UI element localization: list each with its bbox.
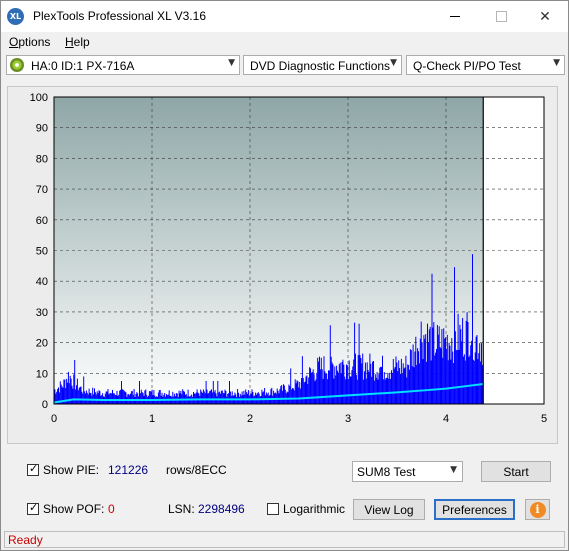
- y-tick-label: 30: [36, 307, 48, 319]
- y-tick-label: 60: [36, 215, 48, 227]
- y-tick-label: 50: [36, 246, 48, 258]
- chart-panel: 0 10 20 30 40 50 60 70 80 90 100 0 1 2 3 4 5: [7, 86, 558, 444]
- pi-po-chart: 0 10 20 30 40 50 60 70 80 90 100 0 1 2 3 4 5: [30, 92, 547, 425]
- maximize-button[interactable]: [478, 1, 524, 32]
- window-title: PlexTools Professional XL V3.16: [33, 9, 206, 23]
- application-window: XL PlexTools Professional XL V3.16 ✕ Opt…: [0, 0, 569, 551]
- info-icon: i: [529, 501, 546, 518]
- view-log-button-label: View Log: [364, 502, 414, 517]
- x-tick-label: 0: [51, 413, 57, 425]
- x-tick-label: 1: [149, 413, 155, 425]
- preferences-button[interactable]: Preferences: [434, 499, 515, 520]
- y-tick-label: 10: [36, 368, 48, 380]
- minimize-icon: [450, 16, 460, 17]
- x-tick-label: 4: [443, 413, 449, 425]
- title-bar: XL PlexTools Professional XL V3.16 ✕: [1, 1, 568, 32]
- menu-options[interactable]: Options: [9, 35, 50, 49]
- maximize-icon: [495, 11, 507, 22]
- drive-select[interactable]: HA:0 ID:1 PX-716A ▼: [6, 55, 240, 75]
- drive-select-value: HA:0 ID:1 PX-716A: [31, 59, 135, 73]
- y-tick-label: 0: [42, 399, 48, 411]
- show-pie-checkbox[interactable]: ✓: [27, 462, 39, 476]
- show-pof-checkbox[interactable]: ✓: [27, 501, 39, 515]
- menu-bar: Options Help: [1, 32, 568, 52]
- function-select[interactable]: DVD Diagnostic Functions ▼: [243, 55, 402, 75]
- show-pie-label: Show PIE:: [43, 463, 100, 477]
- pie-units: rows/8ECC: [166, 463, 227, 477]
- menu-help-label: elp: [73, 35, 90, 49]
- plextools-app-icon: XL: [7, 8, 24, 25]
- pie-value: 121226: [108, 463, 149, 477]
- test-select[interactable]: Q-Check PI/PO Test ▼: [406, 55, 565, 75]
- minimize-button[interactable]: [432, 1, 478, 32]
- logarithmic-checkbox[interactable]: [267, 503, 279, 515]
- lsn-value: 2298496: [198, 502, 245, 516]
- preferences-button-label: Preferences: [442, 502, 507, 517]
- close-icon: ✕: [539, 8, 551, 25]
- function-select-value: DVD Diagnostic Functions: [250, 59, 391, 73]
- x-tick-label: 3: [345, 413, 351, 425]
- check-icon: ✓: [29, 462, 39, 475]
- disc-drive-icon: [10, 58, 24, 72]
- close-button[interactable]: ✕: [522, 1, 568, 32]
- controls-panel: ✓ Show PIE: 121226 rows/8ECC SUM8 Test ▼…: [1, 449, 568, 529]
- status-text: Ready: [8, 533, 43, 547]
- info-button[interactable]: i: [525, 499, 550, 520]
- menu-help[interactable]: Help: [65, 35, 90, 49]
- menu-help-accel: H: [65, 35, 74, 49]
- x-tick-label: 2: [247, 413, 253, 425]
- show-pof-label: Show POF:: [43, 502, 105, 516]
- start-button[interactable]: Start: [481, 461, 551, 482]
- logarithmic-label: Logarithmic: [283, 502, 346, 516]
- chevron-down-icon: ▼: [450, 465, 457, 475]
- x-tick-label: 5: [541, 413, 547, 425]
- chevron-down-icon: ▼: [390, 58, 397, 68]
- test-select-value: Q-Check PI/PO Test: [413, 59, 521, 73]
- sum-test-select[interactable]: SUM8 Test ▼: [352, 461, 463, 482]
- menu-options-accel: O: [9, 35, 19, 49]
- y-tick-label: 100: [30, 92, 48, 104]
- start-button-label: Start: [503, 464, 529, 479]
- y-tick-label: 40: [36, 276, 48, 288]
- y-tick-label: 20: [36, 338, 48, 350]
- pof-value: 0: [108, 502, 115, 516]
- chevron-down-icon: ▼: [553, 58, 560, 68]
- status-bar: Ready: [4, 531, 565, 548]
- sum-test-select-value: SUM8 Test: [357, 465, 416, 479]
- y-tick-label: 70: [36, 184, 48, 196]
- chevron-down-icon: ▼: [228, 58, 235, 68]
- menu-options-label: ptions: [18, 35, 51, 49]
- view-log-button[interactable]: View Log: [353, 499, 425, 520]
- y-tick-label: 90: [36, 123, 48, 135]
- check-icon: ✓: [29, 501, 39, 514]
- y-tick-label: 80: [36, 153, 48, 165]
- lsn-label: LSN:: [168, 502, 195, 516]
